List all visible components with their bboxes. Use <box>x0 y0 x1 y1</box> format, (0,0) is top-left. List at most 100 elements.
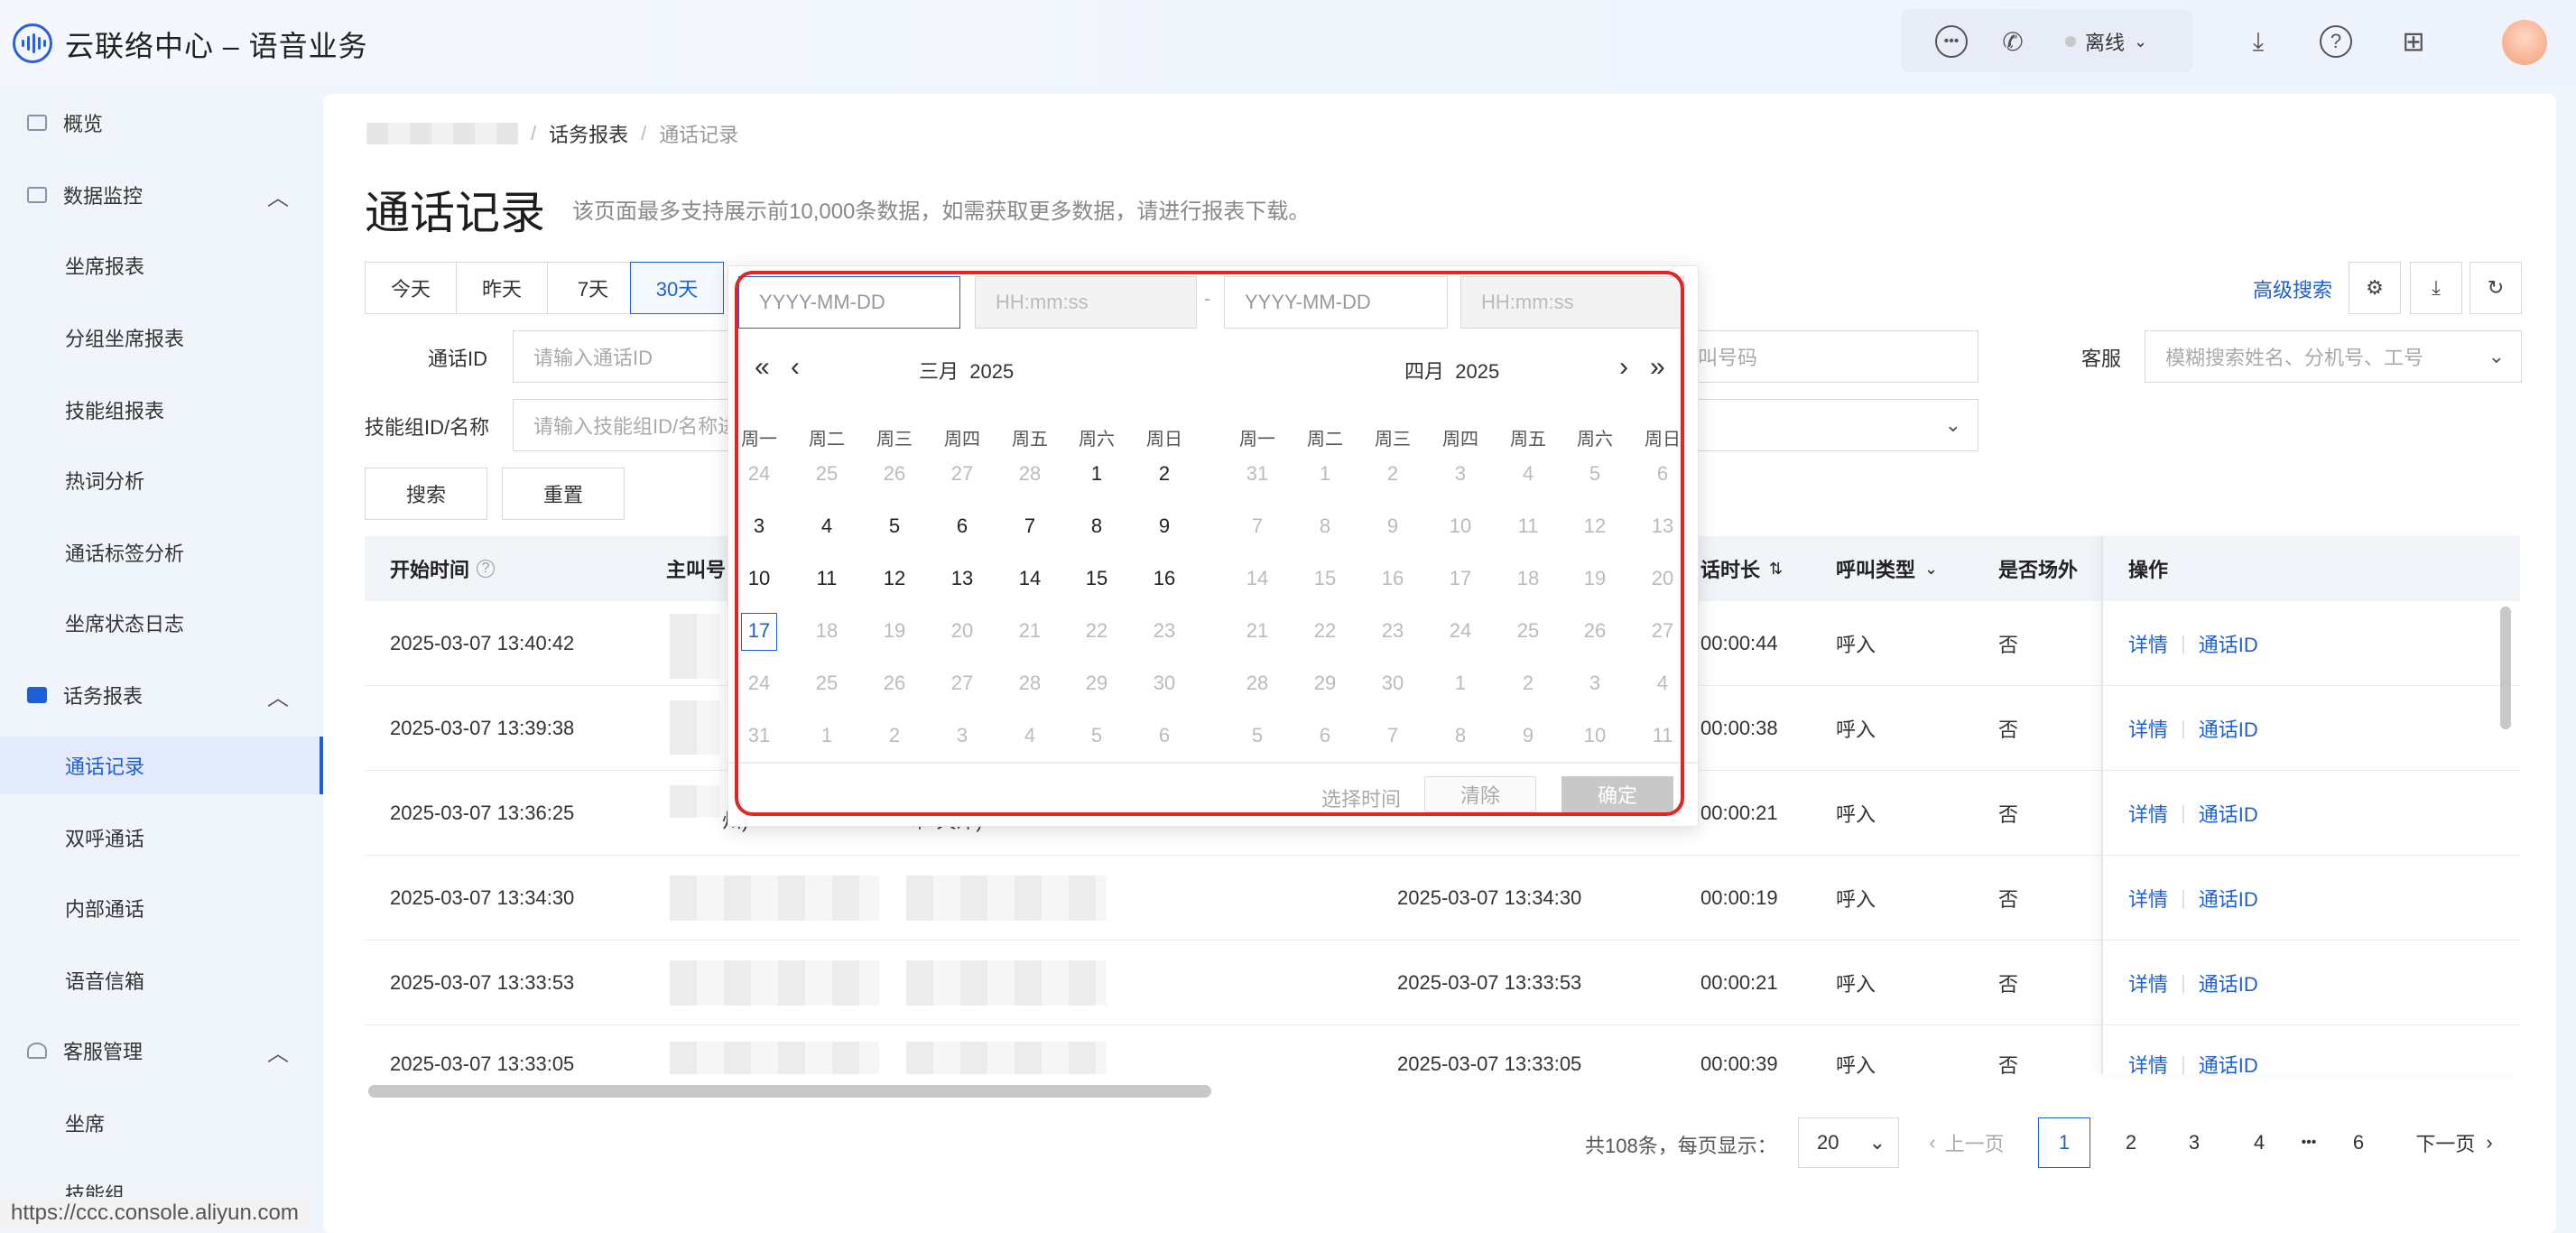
calendar-day[interactable]: 30 <box>1136 672 1192 695</box>
export-download-icon[interactable]: ⤓ <box>2410 262 2462 314</box>
calendar-day[interactable]: 14 <box>1002 567 1058 590</box>
prev-year-icon[interactable]: « <box>755 352 770 383</box>
search-button[interactable]: 搜索 <box>365 468 487 520</box>
calendar-day[interactable]: 5 <box>866 515 922 538</box>
calendar-day[interactable]: 7 <box>1229 515 1285 538</box>
calendar-day[interactable]: 22 <box>1297 619 1353 643</box>
calendar-day[interactable]: 20 <box>934 619 990 643</box>
calendar-day[interactable]: 22 <box>1069 619 1125 643</box>
calendar-day[interactable]: 2 <box>866 724 922 747</box>
calendar-day[interactable]: 11 <box>799 567 855 590</box>
col-call-type[interactable]: 呼叫类型 ⌄ <box>1836 536 1938 601</box>
tab-today[interactable]: 今天 <box>365 262 457 314</box>
refresh-icon[interactable]: ↻ <box>2469 262 2522 314</box>
sidebar-item-overview[interactable]: 概览 <box>0 94 323 152</box>
agent-status-dropdown[interactable]: 离线 ⌄ <box>2065 27 2147 56</box>
calendar-day[interactable]: 25 <box>799 462 855 486</box>
tab-30days[interactable]: 30天 <box>630 262 724 314</box>
call-id-link[interactable]: 通话ID <box>2199 884 2258 913</box>
calendar-day[interactable]: 17 <box>1432 567 1488 590</box>
sidebar-item-skill-report[interactable]: 技能组报表 <box>0 381 323 439</box>
calendar-day[interactable]: 11 <box>1635 724 1691 747</box>
calendar-day[interactable]: 16 <box>1136 567 1192 590</box>
sidebar-item-monitoring[interactable]: 数据监控 ︿ <box>0 166 323 224</box>
calendar-day[interactable]: 16 <box>1365 567 1421 590</box>
calendar-day[interactable]: 24 <box>731 672 787 695</box>
calendar-day[interactable]: 2 <box>1500 672 1556 695</box>
page-4-button[interactable]: 4 <box>2233 1117 2285 1168</box>
phone-icon[interactable]: ✆ <box>1997 25 2029 58</box>
calendar-day[interactable]: 9 <box>1365 515 1421 538</box>
calendar-day[interactable]: 5 <box>1069 724 1125 747</box>
download-icon[interactable]: ⤓ <box>2242 25 2275 58</box>
calendar-day[interactable]: 21 <box>1229 619 1285 643</box>
calendar-day[interactable]: 4 <box>1002 724 1058 747</box>
calendar-day[interactable]: 1 <box>1432 672 1488 695</box>
callee-number-input[interactable]: 叫号码 <box>1679 330 1978 383</box>
calendar-day[interactable]: 23 <box>1365 619 1421 643</box>
calendar-day[interactable]: 12 <box>866 567 922 590</box>
col-start-time[interactable]: 开始时间 ? <box>390 536 496 601</box>
next-year-icon[interactable]: » <box>1650 352 1665 383</box>
advanced-search-link[interactable]: 高级搜索 <box>2253 274 2332 303</box>
prev-page-button[interactable]: ‹ 上一页 <box>1917 1117 2016 1168</box>
sidebar-item-hotword[interactable]: 热词分析 <box>0 451 323 509</box>
page-6-button[interactable]: 6 <box>2332 1117 2385 1168</box>
calendar-day[interactable]: 31 <box>731 724 787 747</box>
calendar-day[interactable]: 3 <box>731 515 787 538</box>
detail-link[interactable]: 详情 <box>2128 714 2168 743</box>
sidebar-item-group-agent-report[interactable]: 分组坐席报表 <box>0 309 323 366</box>
start-time-input[interactable]: HH:mm:ss <box>975 276 1197 329</box>
call-id-link[interactable]: 通话ID <box>2199 1050 2258 1076</box>
call-id-link[interactable]: 通话ID <box>2199 799 2258 828</box>
calendar-day[interactable]: 8 <box>1069 515 1125 538</box>
calendar-day[interactable]: 10 <box>731 567 787 590</box>
calendar-day[interactable]: 26 <box>866 462 922 486</box>
calendar-day[interactable]: 29 <box>1297 672 1353 695</box>
tab-yesterday[interactable]: 昨天 <box>456 262 548 314</box>
calendar-day[interactable]: 31 <box>1229 462 1285 486</box>
calendar-day[interactable]: 19 <box>866 619 922 643</box>
calendar-day[interactable]: 3 <box>934 724 990 747</box>
detail-link[interactable]: 详情 <box>2128 629 2168 658</box>
sidebar-item-agent-report[interactable]: 坐席报表 <box>0 236 323 294</box>
sidebar-item-tag-analysis[interactable]: 通话标签分析 <box>0 524 323 581</box>
calendar-day[interactable]: 4 <box>1500 462 1556 486</box>
calendar-day[interactable]: 28 <box>1002 672 1058 695</box>
calendar-day[interactable]: 24 <box>1432 619 1488 643</box>
reset-button[interactable]: 重置 <box>502 468 625 520</box>
calendar-day[interactable]: 11 <box>1500 515 1556 538</box>
calendar-day[interactable]: 5 <box>1567 462 1623 486</box>
detail-link[interactable]: 详情 <box>2128 799 2168 828</box>
calendar-day[interactable]: 7 <box>1002 515 1058 538</box>
calendar-day[interactable]: 25 <box>1500 619 1556 643</box>
calendar-day[interactable]: 4 <box>1635 672 1691 695</box>
calendar-day[interactable]: 1 <box>1297 462 1353 486</box>
help-icon[interactable]: ? <box>2320 25 2352 58</box>
col-duration[interactable]: 话时长 ⇅ <box>1700 536 1783 601</box>
sidebar-item-call-records[interactable]: 通话记录 <box>0 737 323 794</box>
prev-month-icon[interactable]: ‹ <box>791 352 800 383</box>
calendar-day[interactable]: 21 <box>1002 619 1058 643</box>
page-size-select[interactable]: 20 ⌄ <box>1798 1117 1899 1168</box>
calendar-day[interactable]: 3 <box>1567 672 1623 695</box>
call-id-link[interactable]: 通话ID <box>2199 969 2258 997</box>
sidebar-item-dual-call[interactable]: 双呼通话 <box>0 809 323 867</box>
end-date-input[interactable]: YYYY-MM-DD <box>1224 276 1448 329</box>
calendar-day[interactable]: 10 <box>1432 515 1488 538</box>
page-ellipsis[interactable]: ••• <box>2289 1117 2329 1168</box>
calendar-day[interactable]: 5 <box>1229 724 1285 747</box>
avatar[interactable] <box>2502 20 2547 65</box>
calendar-day[interactable]: 28 <box>1229 672 1285 695</box>
calendar-day[interactable]: 8 <box>1432 724 1488 747</box>
sidebar-item-internal-call[interactable]: 内部通话 <box>0 879 323 937</box>
horizontal-scrollbar[interactable] <box>368 1085 1211 1098</box>
calendar-day[interactable]: 9 <box>1136 515 1192 538</box>
vertical-scrollbar[interactable] <box>2500 607 2511 729</box>
page-2-button[interactable]: 2 <box>2105 1117 2157 1168</box>
calendar-day[interactable]: 15 <box>1069 567 1125 590</box>
apps-icon[interactable]: ⊞ <box>2397 25 2430 58</box>
calendar-day[interactable]: 30 <box>1365 672 1421 695</box>
calendar-day[interactable]: 13 <box>934 567 990 590</box>
calendar-day[interactable]: 6 <box>1136 724 1192 747</box>
